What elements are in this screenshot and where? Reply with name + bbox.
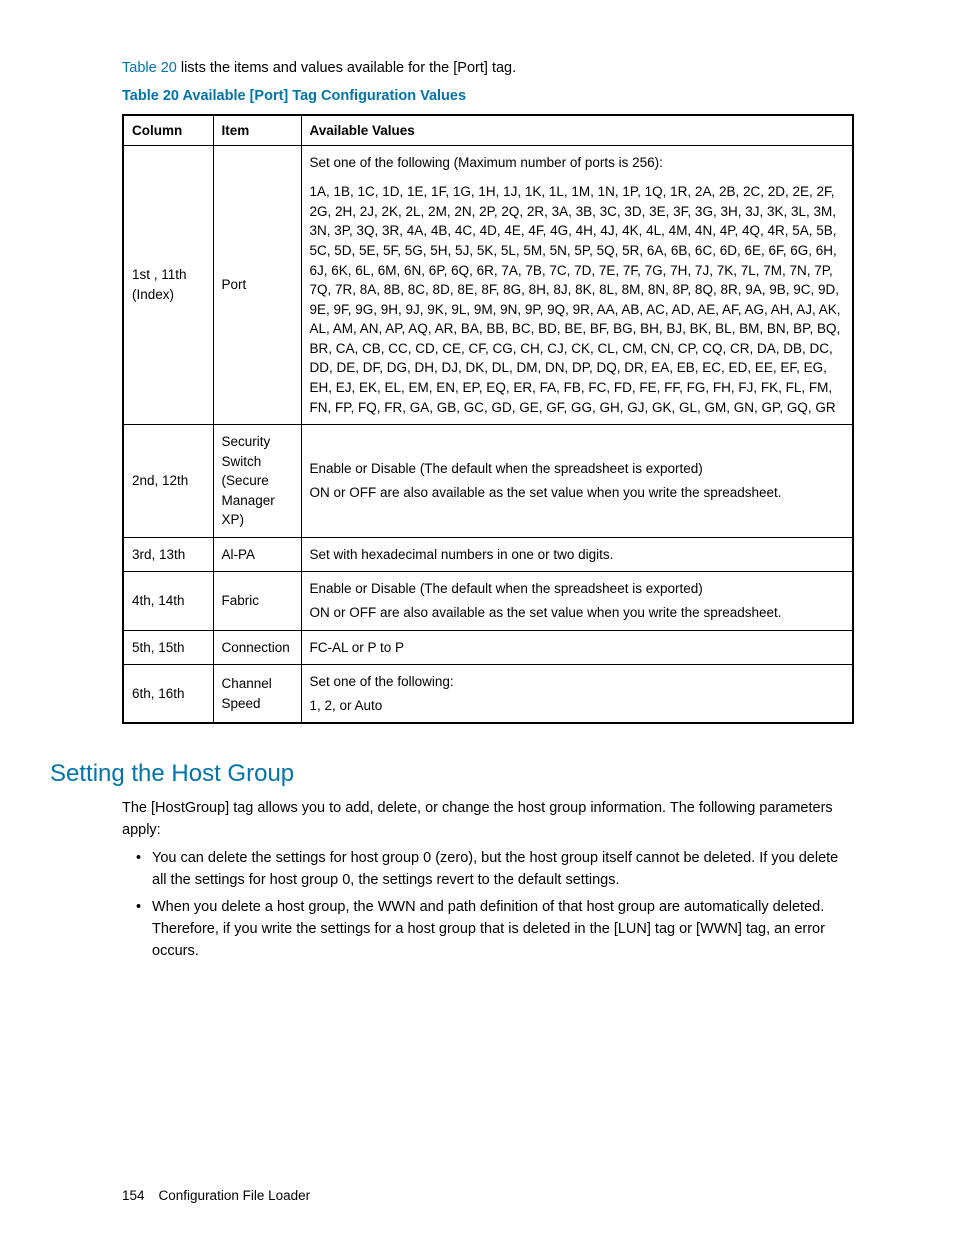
value-list: 1A, 1B, 1C, 1D, 1E, 1F, 1G, 1H, 1J, 1K, … <box>310 182 845 417</box>
intro-text: lists the items and values available for… <box>177 60 516 76</box>
cell-item: Channel Speed <box>213 665 301 724</box>
cell-values: Enable or Disable (The default when the … <box>301 425 853 538</box>
cell-item: Fabric <box>213 572 301 630</box>
table-row: 2nd, 12th Security Switch (Secure Manage… <box>123 425 853 538</box>
cell-item: Connection <box>213 630 301 665</box>
cell-column: 4th, 14th <box>123 572 213 630</box>
table-row: 5th, 15th Connection FC-AL or P to P <box>123 630 853 665</box>
value-line-2: ON or OFF are also available as the set … <box>310 483 845 503</box>
list-item: When you delete a host group, the WWN an… <box>152 897 854 962</box>
page-footer: 154 Configuration File Loader <box>122 1188 310 1203</box>
value-line-1: Enable or Disable (The default when the … <box>310 579 845 599</box>
document-page: Table 20 lists the items and values avai… <box>0 0 954 1235</box>
cell-values: Set one of the following: 1, 2, or Auto <box>301 665 853 724</box>
cell-values: Set one of the following (Maximum number… <box>301 145 853 424</box>
table-link[interactable]: Table 20 <box>122 60 177 76</box>
cell-item: Port <box>213 145 301 424</box>
cell-values: Enable or Disable (The default when the … <box>301 572 853 630</box>
header-column: Column <box>123 115 213 146</box>
cell-column: 2nd, 12th <box>123 425 213 538</box>
cell-values: FC-AL or P to P <box>301 630 853 665</box>
cell-item: Al-PA <box>213 537 301 572</box>
table-caption: Table 20 Available [Port] Tag Configurat… <box>122 88 854 104</box>
cell-column: 3rd, 13th <box>123 537 213 572</box>
table-row: 6th, 16th Channel Speed Set one of the f… <box>123 665 853 724</box>
table-row: 3rd, 13th Al-PA Set with hexadecimal num… <box>123 537 853 572</box>
header-item: Item <box>213 115 301 146</box>
table-header-row: Column Item Available Values <box>123 115 853 146</box>
footer-title: Configuration File Loader <box>159 1188 311 1203</box>
value-line-2: ON or OFF are also available as the set … <box>310 603 845 623</box>
table-row: 4th, 14th Fabric Enable or Disable (The … <box>123 572 853 630</box>
value-intro: Set one of the following (Maximum number… <box>310 153 845 173</box>
page-number: 154 <box>122 1188 145 1203</box>
cell-column: 5th, 15th <box>123 630 213 665</box>
list-item: You can delete the settings for host gro… <box>152 848 854 892</box>
body-paragraph: The [HostGroup] tag allows you to add, d… <box>122 798 854 842</box>
table-row: 1st , 11th (Index) Port Set one of the f… <box>123 145 853 424</box>
value-line-1: Enable or Disable (The default when the … <box>310 459 845 479</box>
cell-values: Set with hexadecimal numbers in one or t… <box>301 537 853 572</box>
section-heading: Setting the Host Group <box>50 760 854 788</box>
port-config-table: Column Item Available Values 1st , 11th … <box>122 114 854 725</box>
header-values: Available Values <box>301 115 853 146</box>
cell-item: Security Switch (Secure Manager XP) <box>213 425 301 538</box>
value-line-2: 1, 2, or Auto <box>310 696 845 716</box>
bullet-list: You can delete the settings for host gro… <box>122 848 854 963</box>
value-line-1: Set one of the following: <box>310 672 845 692</box>
cell-column: 1st , 11th (Index) <box>123 145 213 424</box>
cell-column: 6th, 16th <box>123 665 213 724</box>
intro-paragraph: Table 20 lists the items and values avai… <box>122 58 854 80</box>
